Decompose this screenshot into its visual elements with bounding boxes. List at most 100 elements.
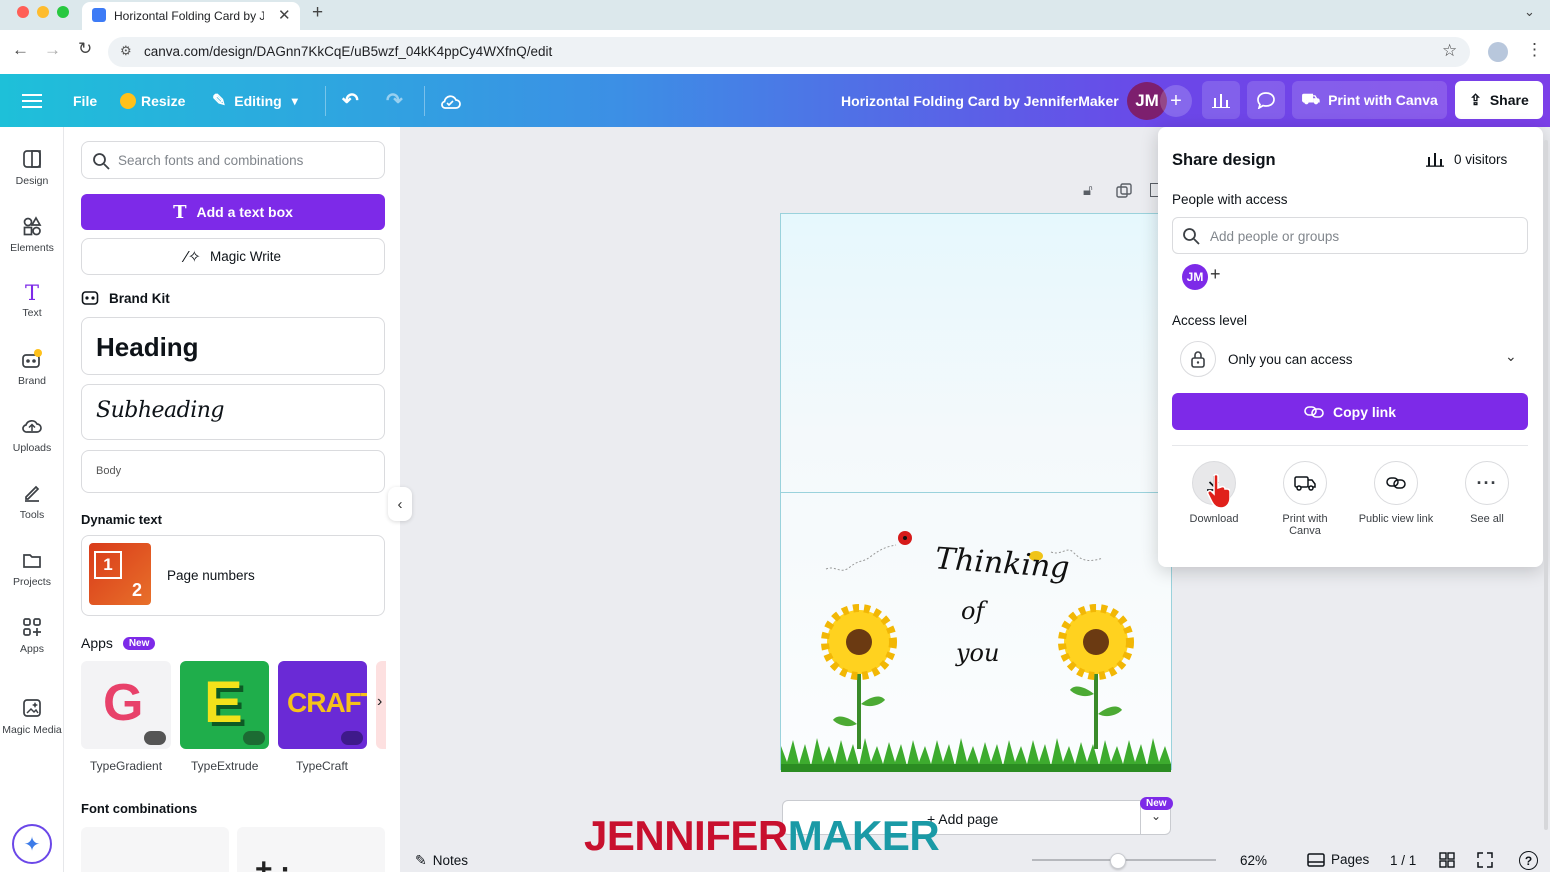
page-numbers-button[interactable]: 1 2 Page numbers bbox=[81, 535, 385, 616]
canva-favicon-icon bbox=[92, 8, 106, 22]
lock-icon bbox=[1180, 341, 1216, 377]
subheading-label: Subheading bbox=[96, 398, 225, 423]
notes-button[interactable]: ✎ Notes bbox=[415, 852, 468, 869]
body-style-button[interactable]: Body bbox=[81, 450, 385, 493]
rail-design[interactable]: Design bbox=[0, 149, 64, 209]
card-text-of[interactable]: of bbox=[961, 597, 984, 625]
app-typeextrude[interactable]: E bbox=[180, 661, 269, 749]
public-view-link-option[interactable]: Public view link bbox=[1356, 461, 1436, 525]
editor-toolbar: File Resize ✎ Editing ▾ ↶ ↷ Horizontal F… bbox=[0, 74, 1550, 127]
see-all-option[interactable]: ··· See all bbox=[1447, 461, 1527, 525]
invite-plus-icon[interactable]: + bbox=[1160, 85, 1192, 117]
magic-assistant-sparkle-icon[interactable]: ✦ bbox=[12, 824, 52, 864]
profile-avatar-icon[interactable] bbox=[1488, 42, 1508, 62]
bottom-bar: ✎ Notes 62% Pages 1 / 1 ? bbox=[400, 848, 1550, 872]
notes-icon: ✎ bbox=[415, 852, 427, 868]
card-text-you[interactable]: you bbox=[956, 639, 999, 667]
app-typegradient[interactable]: G bbox=[81, 661, 171, 749]
insights-icon[interactable] bbox=[1202, 81, 1240, 119]
duplicate-page-icon[interactable] bbox=[1116, 183, 1133, 200]
undo-icon[interactable]: ↶ bbox=[342, 74, 359, 127]
divider bbox=[424, 86, 425, 116]
print-with-canva-option[interactable]: Print with Canva bbox=[1265, 461, 1345, 537]
editing-mode-dropdown[interactable]: ✎ Editing ▾ bbox=[212, 74, 298, 127]
rail-tools[interactable]: Tools bbox=[0, 483, 64, 543]
document-title[interactable]: Horizontal Folding Card by JenniferMaker bbox=[841, 74, 1119, 127]
url-field[interactable]: ⚙ canva.com/design/DAGnn7KkCqE/uB5wzf_04… bbox=[108, 37, 1470, 67]
tab-list-chevron-icon[interactable]: ⌄ bbox=[1524, 4, 1535, 20]
access-level-dropdown[interactable]: Only you can access ⌄ bbox=[1172, 339, 1528, 379]
minimize-window-button[interactable] bbox=[37, 6, 49, 18]
collapse-panel-chevron-icon[interactable]: ‹ bbox=[388, 487, 412, 521]
rail-label: Elements bbox=[10, 242, 54, 254]
font-combination-thumbnail[interactable] bbox=[81, 827, 229, 872]
magic-write-label: Magic Write bbox=[210, 249, 282, 264]
maximize-window-button[interactable] bbox=[57, 6, 69, 18]
resize-button[interactable]: Resize bbox=[120, 74, 185, 127]
hand-cursor-icon bbox=[1206, 472, 1231, 509]
bookmark-star-icon[interactable]: ☆ bbox=[1442, 41, 1457, 61]
close-tab-icon[interactable]: ✕ bbox=[278, 6, 291, 24]
fullscreen-icon[interactable] bbox=[1477, 852, 1493, 868]
cloud-saved-icon[interactable] bbox=[439, 74, 461, 127]
brand-kit-row[interactable]: Brand Kit bbox=[81, 289, 170, 307]
apps-next-chevron-icon[interactable]: › bbox=[377, 693, 382, 711]
forward-icon[interactable]: → bbox=[44, 40, 61, 60]
browser-menu-icon[interactable]: ⋮ bbox=[1526, 40, 1543, 60]
rail-apps[interactable]: Apps bbox=[0, 617, 64, 677]
access-user-avatar[interactable]: JM bbox=[1182, 264, 1208, 290]
font-combination-thumbnail[interactable]: + · bbox=[237, 827, 385, 872]
site-settings-icon[interactable]: ⚙ bbox=[120, 43, 132, 59]
visitors-count[interactable]: 0 visitors bbox=[1426, 151, 1507, 167]
projects-icon bbox=[23, 554, 41, 568]
font-search-input[interactable]: Search fonts and combinations bbox=[81, 141, 385, 179]
rail-elements[interactable]: Elements bbox=[0, 216, 64, 276]
comment-icon[interactable] bbox=[1247, 81, 1285, 119]
add-people-input[interactable]: Add people or groups bbox=[1172, 217, 1528, 254]
rail-uploads[interactable]: Uploads bbox=[0, 416, 64, 476]
rail-brand[interactable]: Brand bbox=[0, 349, 64, 409]
resize-label: Resize bbox=[141, 92, 186, 109]
magic-write-button[interactable]: ⁄✧ Magic Write bbox=[81, 238, 385, 275]
chevron-down-icon: ▾ bbox=[291, 93, 298, 108]
grid-view-icon[interactable] bbox=[1439, 852, 1455, 868]
heading-style-button[interactable]: Heading bbox=[81, 317, 385, 375]
lock-page-icon[interactable]: 🔓︎ bbox=[1083, 182, 1093, 199]
app-label: TypeGradient bbox=[90, 759, 163, 773]
font-combo-preview-icon: + · bbox=[255, 853, 291, 872]
chevron-down-icon: ⌄ bbox=[1505, 348, 1517, 364]
body-label: Body bbox=[96, 465, 122, 477]
pages-button[interactable]: Pages bbox=[1307, 852, 1369, 867]
browser-tab-strip: Horizontal Folding Card by Je ✕ + ⌄ bbox=[0, 0, 1550, 30]
back-icon[interactable]: ← bbox=[12, 40, 29, 60]
rail-projects[interactable]: Projects bbox=[0, 550, 64, 610]
magic-wand-icon: ⁄✧ bbox=[184, 248, 202, 266]
add-page-chevron-icon[interactable]: ⌄ bbox=[1151, 809, 1161, 823]
close-window-button[interactable] bbox=[17, 6, 29, 18]
add-text-box-button[interactable]: T Add a text box bbox=[81, 194, 385, 230]
subheading-style-button[interactable]: Subheading bbox=[81, 384, 385, 440]
canvas-scrollbar[interactable] bbox=[1544, 140, 1548, 830]
card-page[interactable]: Thinking of you bbox=[780, 213, 1172, 772]
zoom-slider-handle[interactable] bbox=[1110, 853, 1127, 869]
app-typecraft[interactable]: CRAFT bbox=[278, 661, 367, 749]
pencil-icon: ✎ bbox=[212, 90, 227, 110]
truck-icon: ⛟ bbox=[1301, 90, 1321, 108]
add-person-plus-icon[interactable]: + bbox=[1210, 264, 1221, 285]
rail-text[interactable]: T Text bbox=[0, 283, 64, 343]
main-menu-icon[interactable] bbox=[22, 74, 42, 127]
reload-icon[interactable]: ↻ bbox=[78, 39, 92, 59]
new-tab-icon[interactable]: + bbox=[312, 2, 323, 24]
help-icon[interactable]: ? bbox=[1519, 851, 1538, 870]
browser-tab[interactable]: Horizontal Folding Card by Je ✕ bbox=[82, 2, 300, 30]
print-with-canva-button[interactable]: ⛟ Print with Canva bbox=[1292, 81, 1447, 119]
print-with-canva-option-label: Print with Canva bbox=[1282, 513, 1328, 537]
redo-icon[interactable]: ↷ bbox=[386, 74, 403, 127]
copy-link-button[interactable]: Copy link bbox=[1172, 393, 1528, 430]
typeextrude-logo-icon: E bbox=[204, 670, 243, 735]
file-menu[interactable]: File bbox=[73, 74, 97, 127]
brand-kit-icon bbox=[81, 291, 99, 305]
zoom-level[interactable]: 62% bbox=[1240, 853, 1267, 868]
share-button[interactable]: ⇪ Share bbox=[1455, 81, 1543, 119]
rail-magic-media[interactable]: Magic Media bbox=[0, 698, 64, 758]
